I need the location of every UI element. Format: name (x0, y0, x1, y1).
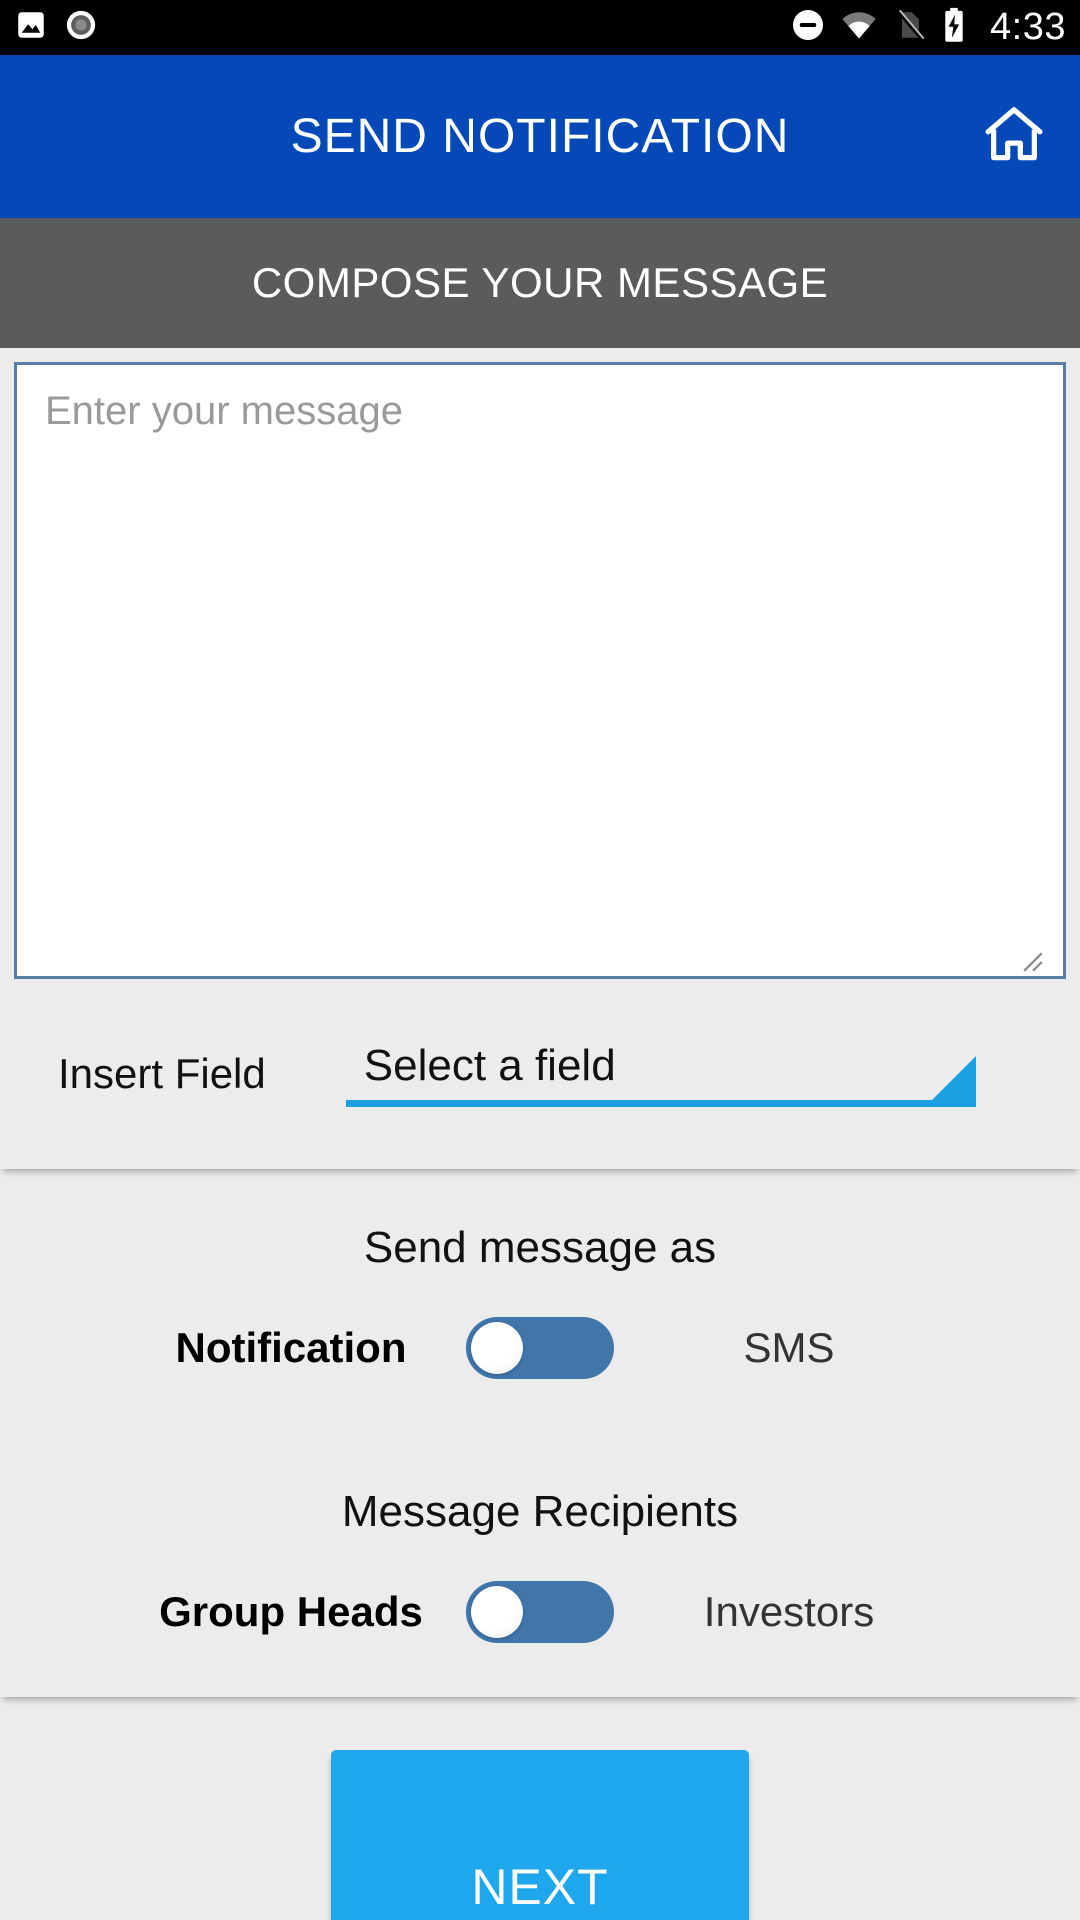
recipients-heading: Message Recipients (341, 1487, 739, 1536)
recipients-toggle-row: Group Heads Investors (0, 1537, 1080, 1697)
home-icon (981, 101, 1047, 172)
page-title: SEND NOTIFICATION (290, 110, 790, 163)
recipients-option-group-heads[interactable]: Group Heads (116, 1588, 466, 1636)
screen-record-icon (64, 8, 98, 47)
section-header-bar: COMPOSE YOUR MESSAGE (0, 218, 1080, 348)
message-input[interactable] (14, 362, 1066, 979)
next-button[interactable]: NEXT (331, 1750, 749, 1920)
footer-actions: NEXT (0, 1697, 1080, 1920)
insert-field-label: Insert Field (58, 1050, 266, 1097)
section-header-title: COMPOSE YOUR MESSAGE (251, 259, 829, 306)
home-button[interactable] (978, 101, 1050, 173)
status-bar: 4:33 (0, 0, 1080, 55)
insert-field-row: Insert Field Select a field (14, 979, 1066, 1169)
image-icon (14, 8, 48, 47)
app-bar: SEND NOTIFICATION (0, 55, 1080, 218)
send-as-toggle-row: Notification SMS (0, 1273, 1080, 1433)
compose-card: Insert Field Select a field (0, 348, 1080, 1169)
no-sim-icon (892, 8, 926, 47)
send-as-heading: Send message as (363, 1223, 717, 1272)
do-not-disturb-icon (790, 7, 826, 48)
field-select-spinner[interactable]: Select a field (345, 1041, 976, 1107)
message-input-wrapper (14, 362, 1066, 979)
field-select-value: Select a field (363, 1041, 616, 1090)
battery-charging-icon (940, 7, 968, 48)
send-as-card: Send message as Notification SMS (0, 1169, 1080, 1433)
recipients-card: Message Recipients Group Heads Investors (0, 1433, 1080, 1697)
switch-knob (471, 1322, 523, 1374)
wifi-icon (840, 6, 878, 49)
send-as-switch[interactable] (466, 1317, 614, 1379)
send-as-option-notification[interactable]: Notification (116, 1324, 466, 1372)
spinner-underline (345, 1100, 976, 1107)
app-screen: 4:33 SEND NOTIFICATION COMPOSE YOUR MESS… (0, 0, 1080, 1920)
status-bar-left-icons (14, 8, 98, 47)
spinner-triangle-icon (931, 1056, 976, 1100)
status-bar-right-icons: 4:33 (790, 6, 1066, 49)
switch-knob (471, 1586, 523, 1638)
recipients-switch[interactable] (466, 1581, 614, 1643)
recipients-option-investors[interactable]: Investors (614, 1588, 964, 1636)
send-as-option-sms[interactable]: SMS (614, 1324, 964, 1372)
status-bar-clock: 4:33 (990, 6, 1066, 48)
